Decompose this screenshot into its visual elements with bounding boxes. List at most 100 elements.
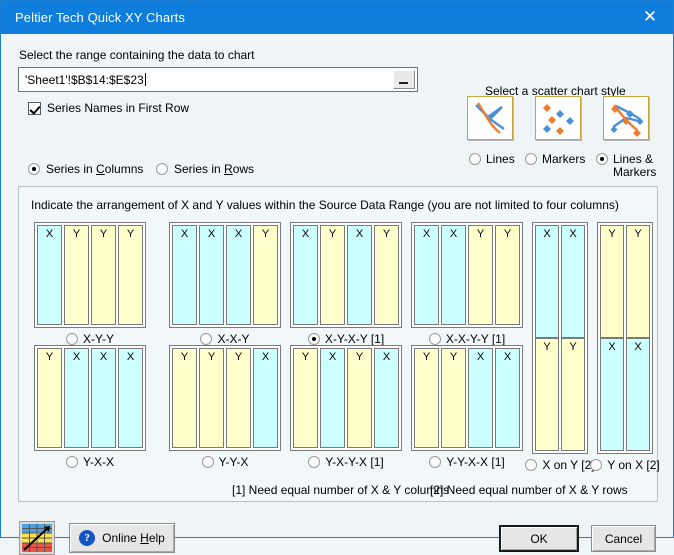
arrangement-column-y: Y (600, 225, 624, 338)
footnote-1: [1] Need equal number of X & Y columns (232, 483, 449, 497)
arrangement-pattern-list: XYYYX-Y-YXXXYX-X-YXYXYX-Y-X-Y [1]XXYYX-X… (19, 217, 657, 487)
lines-chart-icon[interactable] (467, 96, 513, 140)
arrangement-diagram-y-y-x-x: YYXX (411, 345, 523, 451)
radio-dot (308, 333, 320, 345)
arrangement-column-x: X (226, 225, 251, 325)
arrangement-caption-x-x-y-y[interactable]: X-X-Y-Y [1] (411, 332, 523, 346)
arrangement-option-x-on-y[interactable]: XXYY X on Y [2] (532, 222, 588, 472)
arrangement-caption-y-on-x[interactable]: Y on X [2] (597, 458, 653, 472)
range-input[interactable]: 'Sheet1'!$B$14:$E$23 (19, 68, 393, 91)
arrangement-caption-y-y-x[interactable]: Y-Y-X (169, 455, 281, 469)
close-icon[interactable]: ✕ (627, 1, 673, 34)
series-names-checkbox[interactable]: Series Names in First Row (28, 101, 189, 115)
radio-dot (202, 456, 214, 468)
radio-dot (28, 163, 40, 175)
radio-style-lines-label: Lines (486, 153, 515, 166)
radio-style-lines[interactable]: Lines (469, 153, 515, 166)
dialog-body: Select the range containing the data to … (1, 34, 673, 537)
arrangement-group: Indicate the arrangement of X and Y valu… (18, 186, 658, 502)
radio-style-lines-markers-label: Lines & Markers (613, 153, 674, 179)
footnote-2: [2] Need equal number of X & Y rows (430, 483, 628, 497)
arrangement-column-x: X (64, 348, 89, 448)
dialog-window: Peltier Tech Quick XY Charts ✕ Select th… (0, 0, 674, 538)
arrangement-option-y-y-x-x[interactable]: YYXX Y-Y-X-X [1] (411, 345, 523, 469)
arrangement-column-y: Y (468, 225, 493, 325)
arrangement-column-y: Y (226, 348, 251, 448)
arrangement-option-y-x-x[interactable]: YXXX Y-X-X (34, 345, 146, 469)
online-help-button[interactable]: ? Online Help (69, 523, 175, 553)
lines-markers-chart-icon[interactable] (603, 96, 649, 140)
arrangement-block-bottom: YY (535, 338, 585, 451)
arrangement-label: Indicate the arrangement of X and Y valu… (31, 198, 619, 212)
arrangement-caption-y-x-y-x[interactable]: Y-X-Y-X [1] (290, 455, 402, 469)
arrangement-option-label: X-X-Y-Y [1] (446, 332, 505, 346)
arrangement-column-y: Y (118, 225, 143, 325)
arrangement-column-x: X (414, 225, 439, 325)
arrangement-diagram-y-on-x: YYXX (597, 222, 653, 454)
arrangement-column-y: Y (495, 225, 520, 325)
arrangement-column-y: Y (199, 348, 224, 448)
arrangement-diagram-x-x-y-y: XXYY (411, 222, 523, 328)
arrangement-option-label: X-Y-Y (83, 332, 114, 346)
arrangement-block-top: YY (600, 225, 650, 338)
arrangement-column-x: X (293, 225, 318, 325)
arrangement-diagram-y-x-x: YXXX (34, 345, 146, 451)
arrangement-caption-x-on-y[interactable]: X on Y [2] (532, 458, 588, 472)
arrangement-diagram-y-x-y-x: YXYX (290, 345, 402, 451)
arrangement-column-y: Y (64, 225, 89, 325)
markers-chart-icon[interactable] (535, 96, 581, 140)
arrangement-caption-x-y-y[interactable]: X-Y-Y (34, 332, 146, 346)
arrangement-option-y-y-x[interactable]: YYYXY-Y-X (169, 345, 281, 469)
peltier-tech-logo-icon[interactable] (19, 521, 55, 555)
arrangement-diagram-x-on-y: XXYY (532, 222, 588, 454)
arrangement-block-top: XX (535, 225, 585, 338)
arrangement-caption-x-x-y[interactable]: X-X-Y (169, 332, 281, 346)
radio-style-markers[interactable]: Markers (525, 153, 585, 166)
arrangement-option-label: Y-Y-X (219, 455, 249, 469)
window-title: Peltier Tech Quick XY Charts (15, 10, 185, 25)
radio-dot (308, 456, 320, 468)
radio-series-in-rows[interactable]: Series in Rows (156, 162, 254, 176)
arrangement-diagram-x-y-y: XYYY (34, 222, 146, 328)
arrangement-column-y: Y (374, 225, 399, 325)
radio-dot (429, 333, 441, 345)
arrangement-column-x: X (600, 338, 624, 451)
arrangement-column-x: X (441, 225, 466, 325)
arrangement-column-x: X (37, 225, 62, 325)
range-label: Select the range containing the data to … (19, 48, 255, 62)
question-mark-icon: ? (79, 530, 95, 546)
arrangement-option-x-y-x-y[interactable]: XYXYX-Y-X-Y [1] (290, 222, 402, 346)
radio-dot (66, 456, 78, 468)
arrangement-column-x: X (468, 348, 493, 448)
radio-series-in-columns-label: Series in Columns (46, 162, 143, 176)
range-input-value: 'Sheet1'!$B$14:$E$23 (25, 73, 144, 87)
arrangement-option-label: X-Y-X-Y [1] (325, 332, 384, 346)
arrangement-column-y: Y (535, 338, 559, 451)
arrangement-option-x-x-y[interactable]: XXXYX-X-Y (169, 222, 281, 346)
arrangement-caption-y-y-x-x[interactable]: Y-Y-X-X [1] (411, 455, 523, 469)
arrangement-option-y-on-x[interactable]: YYXX Y on X [2] (597, 222, 653, 472)
arrangement-column-y: Y (626, 225, 650, 338)
arrangement-option-x-y-y[interactable]: XYYY X-Y-Y (34, 222, 146, 346)
arrangement-column-x: X (199, 225, 224, 325)
arrangement-column-x: X (91, 348, 116, 448)
arrangement-column-y: Y (320, 225, 345, 325)
arrangement-column-y: Y (441, 348, 466, 448)
range-collapse-icon[interactable] (393, 70, 415, 89)
radio-series-in-rows-label: Series in Rows (174, 162, 254, 176)
radio-dot (200, 333, 212, 345)
arrangement-column-x: X (561, 225, 585, 338)
radio-series-in-columns[interactable]: Series in Columns (28, 162, 143, 176)
arrangement-column-x: X (253, 348, 278, 448)
arrangement-caption-y-x-x[interactable]: Y-X-X (34, 455, 146, 469)
ok-button[interactable]: OK (499, 525, 579, 552)
range-input-wrapper: 'Sheet1'!$B$14:$E$23 (18, 67, 418, 92)
radio-style-lines-markers[interactable]: Lines & Markers (596, 153, 674, 179)
arrangement-caption-x-y-x-y[interactable]: X-Y-X-Y [1] (290, 332, 402, 346)
online-help-label: Online Help (102, 531, 165, 545)
arrangement-option-y-x-y-x[interactable]: YXYX Y-X-Y-X [1] (290, 345, 402, 469)
arrangement-option-x-x-y-y[interactable]: XXYY X-X-Y-Y [1] (411, 222, 523, 346)
cancel-button[interactable]: Cancel (591, 525, 656, 552)
radio-dot (525, 153, 537, 165)
arrangement-column-y: Y (37, 348, 62, 448)
